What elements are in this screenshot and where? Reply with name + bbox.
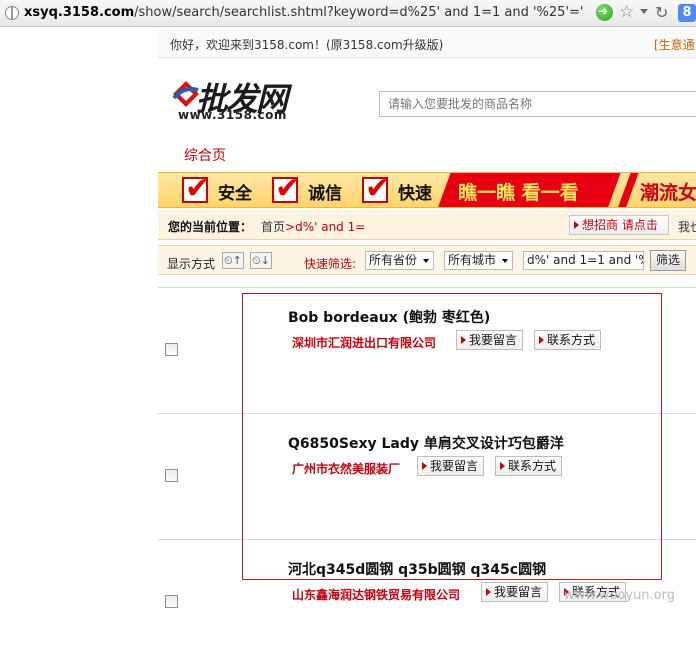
contact-button[interactable]: 联系方式	[495, 456, 563, 476]
watermark: www.wooyun.org	[564, 588, 676, 603]
url-host: xsyq.3158.com	[24, 5, 135, 20]
search-input[interactable]	[379, 91, 696, 117]
breadcrumb-bar: 您的当前位置： 首页>d%' and 1= 想招商 请点击 我也	[158, 210, 696, 240]
list-item: Q6850Sexy Lady 单肩交叉设计巧包爵洋 广州市衣然美服装厂 我要留言…	[158, 414, 696, 540]
browser-address-bar: xsyq.3158.com/show/search/searchlist.sht…	[0, 0, 696, 27]
banner-label: 快速	[398, 184, 432, 204]
sort-ascending-icon[interactable]: ⏲↑	[222, 252, 244, 269]
quick-filter-label: 快速筛选:	[304, 257, 357, 271]
checkmark-icon	[362, 173, 390, 206]
leave-message-button[interactable]: 我要留言	[456, 330, 524, 350]
business-link[interactable]: [生意通	[654, 36, 695, 53]
sort-descending-icon[interactable]: ⏲↓	[250, 252, 272, 269]
chevron-down-icon[interactable]	[640, 9, 648, 14]
checkmark-icon	[182, 173, 210, 206]
investment-button[interactable]: 想招商 请点击	[569, 215, 669, 235]
banner-divider	[617, 173, 639, 207]
breadcrumb-current: d%' and 1=	[295, 220, 366, 234]
banner-tail-text: 潮流女	[640, 182, 696, 204]
filter-button[interactable]: 筛选	[650, 250, 686, 271]
top-welcome-bar: 你好，欢迎来到3158.com！(原3158.com升级版) [生意通	[158, 28, 696, 58]
logo-url: www.3158.com	[178, 108, 287, 122]
promo-banner: 安全 诚信 快速 瞧一瞧 看一看 潮流女	[158, 172, 696, 208]
filter-bar: 显示方式 ⏲↑ ⏲↓ 快速筛选: 所有省份 所有城市 d%' and 1=1 a…	[158, 245, 696, 275]
keyword-input[interactable]: d%' and 1=1 and '%'='	[523, 251, 644, 270]
leave-message-button[interactable]: 我要留言	[417, 456, 485, 476]
welcome-text: 你好，欢迎来到3158.com！(原3158.com升级版)	[170, 38, 444, 52]
contact-button[interactable]: 联系方式	[534, 330, 602, 350]
breadcrumb-home[interactable]: 首页	[261, 220, 285, 234]
banner-label: 诚信	[308, 184, 342, 204]
url-path: /show/search/searchlist.shtml?keyword=d%…	[134, 5, 584, 20]
banner-label: 安全	[218, 184, 252, 204]
banner-slogan: 瞧一瞧 看一看	[458, 182, 579, 204]
select-checkbox[interactable]	[165, 469, 178, 482]
list-item: Bob bordeaux (鲍勃 枣红色) 深圳市汇润进出口有限公司 我要留言 …	[158, 288, 696, 414]
url-field[interactable]: xsyq.3158.com/show/search/searchlist.sht…	[24, 5, 583, 20]
search-engine-icon[interactable]: 8	[678, 4, 696, 22]
globe-icon	[5, 6, 19, 20]
company-name[interactable]: 广州市衣然美服装厂	[292, 460, 400, 477]
checkmark-icon	[272, 173, 300, 206]
list-item: 河北q345d圆钢 q35b圆钢 q345c圆钢 山东鑫海润达钢铁贸易有限公司 …	[158, 540, 696, 666]
province-select[interactable]: 所有省份	[365, 251, 434, 270]
site-logo[interactable]: 批发网 www.3158.com	[170, 74, 310, 124]
go-arrow-icon[interactable]	[596, 4, 613, 21]
product-title[interactable]: Bob bordeaux (鲍勃 枣红色)	[288, 307, 490, 327]
company-name[interactable]: 山东鑫海润达钢铁贸易有限公司	[292, 586, 460, 603]
tab-overview[interactable]: 综合页	[184, 145, 226, 165]
select-checkbox[interactable]	[165, 595, 178, 608]
results-list: Bob bordeaux (鲍勃 枣红色) 深圳市汇润进出口有限公司 我要留言 …	[158, 287, 696, 617]
breadcrumb: 首页>d%' and 1=	[261, 218, 365, 235]
leave-message-button[interactable]: 我要留言	[481, 582, 549, 602]
product-title[interactable]: 河北q345d圆钢 q35b圆钢 q345c圆钢	[288, 559, 546, 579]
reload-icon[interactable]: ↻	[655, 3, 668, 22]
select-checkbox[interactable]	[165, 343, 178, 356]
breadcrumb-extra[interactable]: 我也	[678, 218, 696, 235]
breadcrumb-label: 您的当前位置：	[168, 220, 253, 234]
city-select[interactable]: 所有城市	[444, 251, 513, 270]
bookmark-star-icon[interactable]: ☆	[619, 2, 634, 22]
product-title[interactable]: Q6850Sexy Lady 单肩交叉设计巧包爵洋	[288, 433, 564, 453]
breadcrumb-separator: >	[285, 220, 296, 234]
company-name[interactable]: 深圳市汇润进出口有限公司	[292, 334, 436, 351]
display-mode-label: 显示方式	[167, 257, 216, 271]
